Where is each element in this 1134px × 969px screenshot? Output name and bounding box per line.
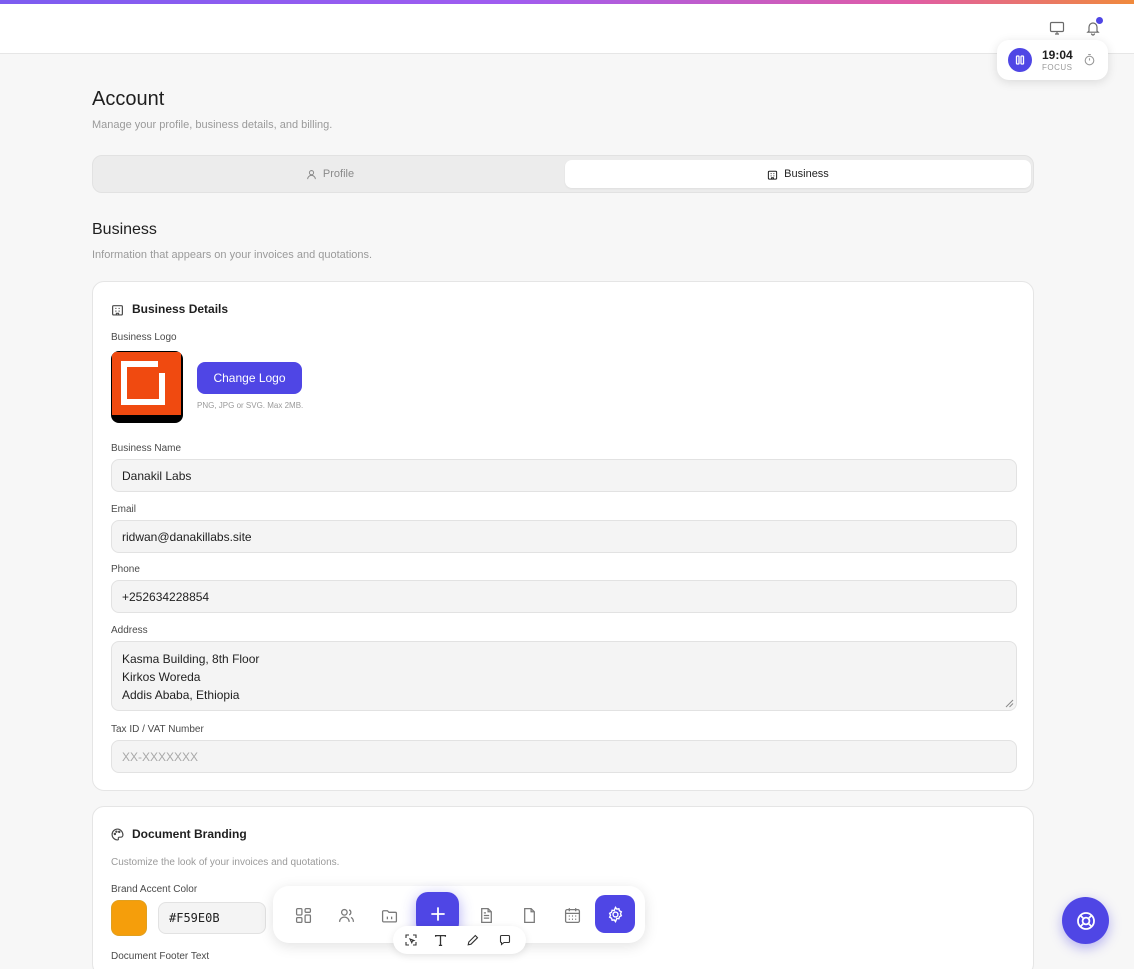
calculator-icon [523, 907, 535, 923]
document-footer-label: Document Footer Text [111, 951, 210, 962]
focus-timer-widget[interactable]: 19:04 FOCUS [997, 40, 1108, 80]
help-button[interactable] [1062, 897, 1109, 944]
section-title: Business [92, 221, 157, 238]
business-logo-image [111, 351, 183, 423]
phone-input[interactable]: +252634228854 [111, 580, 1017, 613]
tab-profile[interactable]: Profile [97, 160, 563, 188]
text-icon [434, 934, 446, 946]
email-input[interactable]: ridwan@danakillabs.site [111, 520, 1017, 553]
email-label: Email [111, 504, 137, 515]
address-textarea[interactable]: Kasma Building, 8th Floor Kirkos Woreda … [111, 641, 1017, 711]
page-subtitle: Manage your profile, business details, a… [92, 119, 333, 131]
accent-color-swatch[interactable] [111, 900, 147, 936]
settings-button[interactable] [595, 895, 635, 933]
text-tool-button[interactable] [431, 931, 449, 949]
business-name-input[interactable]: Danakil Labs [111, 459, 1017, 492]
select-tool-button[interactable] [402, 931, 420, 949]
settings-icon [608, 905, 622, 923]
projects-button[interactable] [374, 900, 404, 930]
document-branding-header: Document Branding [111, 827, 247, 841]
pencil-icon [467, 934, 479, 946]
dashboard-button[interactable] [288, 900, 318, 930]
tab-profile-label: Profile [322, 168, 355, 180]
select-icon [405, 934, 417, 946]
business-details-card: Business Details Business Logo Change Lo… [92, 281, 1034, 791]
folder-icon [381, 909, 397, 923]
comment-tool-button[interactable] [496, 931, 514, 949]
plus-icon [430, 906, 445, 921]
address-label: Address [111, 625, 148, 636]
dashboard-icon [295, 907, 311, 923]
account-tabs: Profile Business [92, 155, 1034, 193]
section-subtitle: Information that appears on your invoice… [92, 249, 373, 261]
notifications-button[interactable] [1082, 17, 1104, 39]
stopwatch-icon[interactable] [1083, 53, 1096, 71]
top-bar [0, 4, 1134, 54]
focus-time: 19:04 [1042, 48, 1073, 62]
logo-hint: PNG, JPG or SVG. Max 2MB. [197, 401, 304, 410]
calendar-icon [564, 907, 580, 923]
notification-dot [1096, 17, 1103, 24]
change-logo-button[interactable]: Change Logo [197, 362, 302, 394]
tax-id-input[interactable]: XX-XXXXXXX [111, 740, 1017, 773]
address-line: Kirkos Woreda [122, 670, 201, 684]
phone-label: Phone [111, 564, 140, 575]
tab-business[interactable]: Business [565, 160, 1031, 188]
calendar-button[interactable] [557, 900, 587, 930]
brand-accent-label: Brand Accent Color [111, 884, 198, 895]
business-logo-label: Business Logo [111, 332, 177, 343]
comment-icon [499, 934, 511, 946]
building-icon [112, 304, 123, 316]
address-line: Addis Ababa, Ethiopia [122, 688, 240, 702]
page-title: Account [92, 88, 165, 110]
pause-icon [1015, 55, 1025, 65]
pen-tool-button[interactable] [464, 931, 482, 949]
tax-id-label: Tax ID / VAT Number [111, 724, 204, 735]
quotations-button[interactable] [514, 900, 544, 930]
users-icon [338, 908, 354, 922]
address-line: Kasma Building, 8th Floor [122, 652, 260, 666]
user-icon [307, 169, 316, 179]
document-branding-title: Document Branding [132, 827, 247, 841]
pause-button[interactable] [1008, 48, 1032, 72]
business-details-header: Business Details [111, 302, 228, 316]
business-name-label: Business Name [111, 443, 182, 454]
palette-icon [111, 827, 124, 841]
business-details-title: Business Details [132, 302, 229, 316]
document-branding-subtitle: Customize the look of your invoices and … [111, 857, 340, 868]
resize-handle-icon[interactable] [1005, 699, 1014, 708]
focus-label: FOCUS [1042, 63, 1073, 72]
tab-business-label: Business [784, 168, 829, 180]
file-icon [480, 907, 492, 923]
accent-hex-input[interactable]: #F59E0B [158, 902, 266, 934]
monitor-icon[interactable] [1046, 17, 1068, 39]
building-icon [768, 170, 778, 180]
clients-button[interactable] [331, 900, 361, 930]
lifebuoy-icon [1076, 911, 1095, 930]
annotation-toolbar [393, 926, 526, 954]
